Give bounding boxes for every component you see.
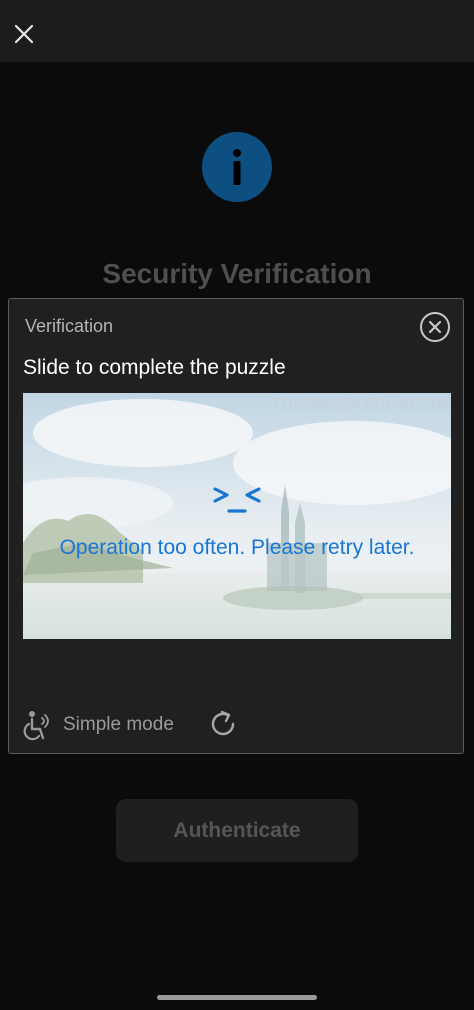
close-circle-icon[interactable] [419,311,451,343]
puzzle-id: 71683082543516467206 [271,396,449,413]
puzzle-area: 71683082543516467206 Operation too often… [23,393,451,639]
info-icon [202,132,272,202]
page-title: Security Verification [102,258,372,289]
home-indicator[interactable] [157,995,317,1000]
sad-face-icon [213,487,261,513]
verification-dialog: Verification Slide to complete the puzzl… [8,298,464,754]
authenticate-button[interactable]: Authenticate [116,799,358,862]
error-message: Operation too often. Please retry later. [59,536,415,559]
top-bar [0,0,474,62]
dialog-header: Verification [25,316,114,336]
puzzle-instruction: Slide to complete the puzzle [23,356,286,379]
simple-mode-button[interactable]: Simple mode [63,714,174,736]
refresh-icon[interactable] [208,709,238,739]
dialog-footer: Simple mode [23,705,443,743]
accessibility-icon[interactable] [23,709,53,741]
close-icon[interactable] [10,20,38,48]
